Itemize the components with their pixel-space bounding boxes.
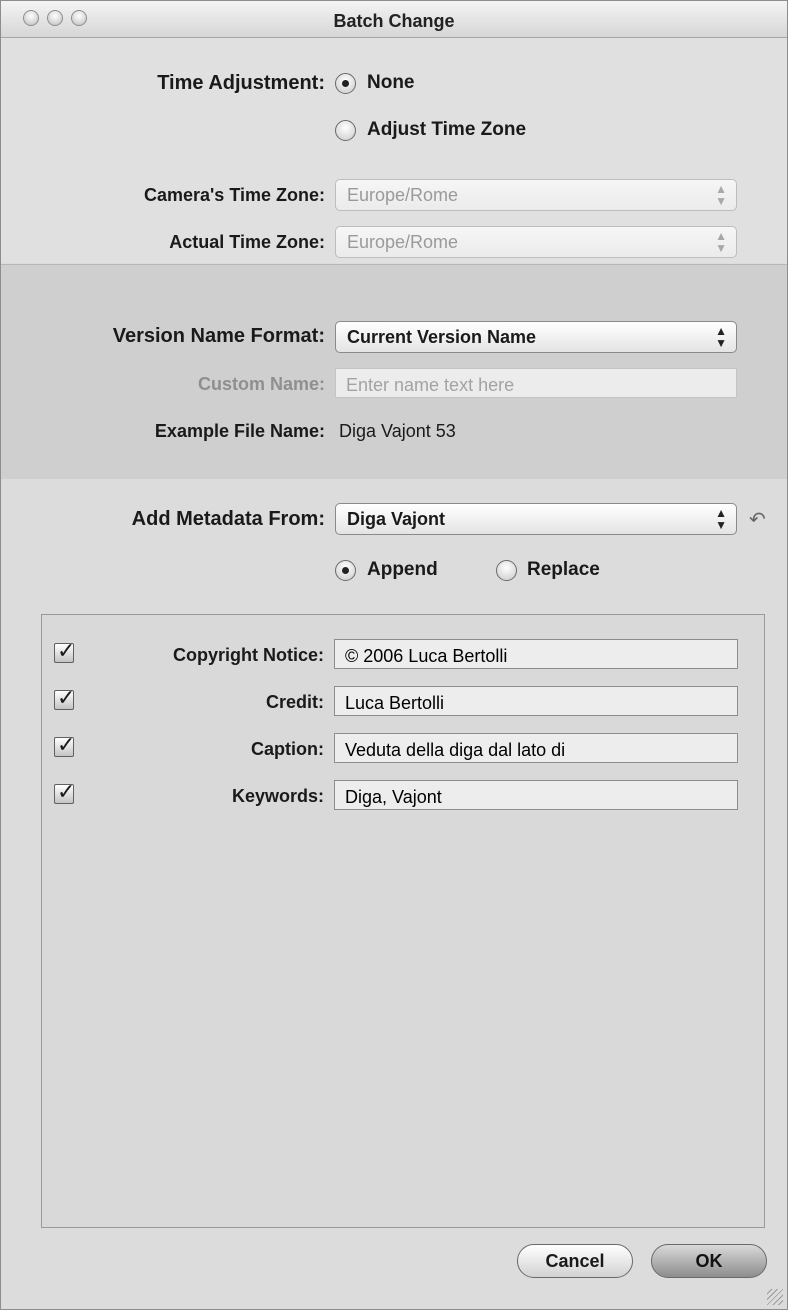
batch-change-window: Batch Change Time Adjustment: None Adjus… (0, 0, 788, 1310)
checkmark-icon: ✓ (57, 732, 76, 757)
popup-arrows-icon: ▲ ▼ (715, 229, 727, 255)
camera-time-zone-value: Europe/Rome (347, 185, 459, 205)
radio-none-label[interactable]: None (367, 72, 415, 94)
checkbox-copyright-notice[interactable]: ✓ (54, 638, 75, 663)
resize-grip-icon[interactable] (767, 1289, 783, 1305)
radio-replace[interactable] (496, 560, 517, 581)
keywords-field[interactable] (334, 780, 738, 810)
metadata-section: Add Metadata From: Diga Vajont ▲ ▼ ↶ Appe… (1, 479, 787, 1309)
radio-append[interactable] (335, 560, 356, 581)
version-name-section: Version Name Format: Current Version Nam… (1, 264, 787, 480)
actual-time-zone-value: Europe/Rome (347, 232, 459, 252)
actual-time-zone-popup[interactable]: Europe/Rome ▲ ▼ (335, 226, 737, 258)
radio-replace-label[interactable]: Replace (527, 559, 600, 581)
checkmark-icon: ✓ (57, 685, 76, 710)
version-name-format-value: Current Version Name (347, 327, 537, 347)
revert-icon[interactable]: ↶ (749, 507, 766, 532)
cancel-button[interactable]: Cancel (517, 1244, 633, 1278)
metadata-preset-value: Diga Vajont (347, 509, 446, 529)
checkbox-keywords[interactable]: ✓ (54, 779, 75, 804)
copyright-notice-label: Copyright Notice: (173, 645, 324, 665)
add-metadata-from-label: Add Metadata From: (131, 508, 325, 530)
version-name-format-popup[interactable]: Current Version Name ▲ ▼ (335, 321, 737, 353)
example-file-name-value: Diga Vajont 53 (339, 421, 456, 441)
keywords-label: Keywords: (231, 786, 324, 806)
radio-adjust-time-zone-label[interactable]: Adjust Time Zone (367, 119, 526, 141)
radio-none[interactable] (335, 73, 356, 94)
actual-time-zone-label: Actual Time Zone: (169, 232, 325, 252)
time-adjustment-section: Time Adjustment: None Adjust Time Zone C… (1, 38, 787, 263)
camera-time-zone-popup[interactable]: Europe/Rome ▲ ▼ (335, 179, 737, 211)
example-file-name-label: Example File Name: (154, 421, 325, 441)
credit-label: Credit: (266, 692, 324, 712)
ok-button[interactable]: OK (651, 1244, 767, 1278)
credit-field[interactable] (334, 686, 738, 716)
popup-arrows-icon: ▲ ▼ (715, 324, 727, 350)
radio-append-label[interactable]: Append (367, 559, 438, 581)
version-name-format-label: Version Name Format: (112, 325, 325, 347)
copyright-notice-field[interactable] (334, 639, 738, 669)
time-adjustment-label: Time Adjustment: (157, 72, 325, 94)
caption-label: Caption: (251, 739, 324, 759)
custom-name-label: Custom Name: (197, 374, 325, 394)
metadata-fields-box: ✓ Copyright Notice: ✓ Credit: ✓ Caption:… (41, 614, 765, 1228)
custom-name-field[interactable] (335, 368, 737, 398)
checkbox-credit[interactable]: ✓ (54, 685, 75, 710)
radio-adjust-time-zone[interactable] (335, 120, 356, 141)
window-title: Batch Change (333, 11, 455, 31)
metadata-preset-popup[interactable]: Diga Vajont ▲ ▼ (335, 503, 737, 535)
popup-arrows-icon: ▲ ▼ (715, 182, 727, 208)
checkmark-icon: ✓ (57, 638, 76, 663)
popup-arrows-icon: ▲ ▼ (715, 506, 727, 532)
checkbox-caption[interactable]: ✓ (54, 732, 75, 757)
caption-field[interactable] (334, 733, 738, 763)
title-bar[interactable]: Batch Change (1, 1, 787, 38)
checkmark-icon: ✓ (57, 779, 76, 804)
camera-time-zone-label: Camera's Time Zone: (143, 185, 325, 205)
